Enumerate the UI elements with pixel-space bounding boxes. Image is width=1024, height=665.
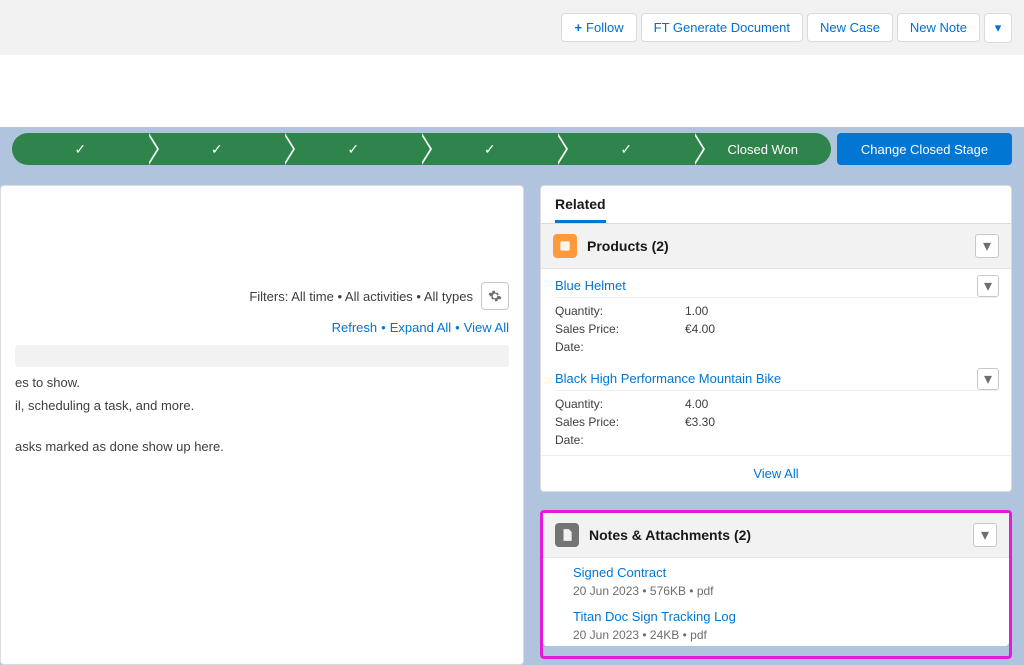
product-date-row: Date: (555, 431, 997, 449)
check-icon: ✓ (74, 141, 86, 158)
chevron-down-icon: ▾ (995, 20, 1002, 36)
quantity-value: 1.00 (685, 304, 708, 318)
generate-document-label: FT Generate Document (654, 20, 790, 35)
stage-segment[interactable]: ✓ (558, 133, 695, 165)
new-case-button[interactable]: New Case (807, 13, 893, 42)
row-menu-button[interactable]: ▾ (977, 275, 999, 297)
products-icon (553, 234, 577, 258)
related-tabs: Related (541, 186, 1011, 224)
view-all-link[interactable]: View All (464, 320, 509, 335)
price-label: Sales Price: (555, 415, 685, 429)
quantity-label: Quantity: (555, 397, 685, 411)
product-quantity-row: Quantity: 1.00 (555, 302, 997, 320)
plus-icon: + (574, 20, 582, 35)
change-stage-label: Change Closed Stage (861, 142, 988, 157)
notes-menu-button[interactable]: ▾ (973, 523, 997, 547)
more-actions-button[interactable]: ▾ (984, 13, 1012, 43)
price-value: €4.00 (685, 322, 715, 336)
attachment-meta: 20 Jun 2023 • 576KB • pdf (573, 584, 995, 598)
activity-settings-button[interactable] (481, 282, 509, 310)
tab-related[interactable]: Related (555, 196, 606, 223)
products-title: Products (2) (587, 238, 669, 254)
price-label: Sales Price: (555, 322, 685, 336)
attachment-link[interactable]: Titan Doc Sign Tracking Log (573, 609, 736, 624)
product-item: ▾ Blue Helmet Quantity: 1.00 Sales Price… (541, 269, 1011, 362)
products-menu-button[interactable]: ▾ (975, 234, 999, 258)
generate-document-button[interactable]: FT Generate Document (641, 13, 803, 42)
chevron-down-icon: ▾ (984, 276, 992, 296)
activity-text-3: asks marked as done show up here. (15, 439, 509, 454)
activity-links: Refresh • Expand All • View All (15, 320, 509, 335)
notes-icon (555, 523, 579, 547)
gear-icon (488, 289, 502, 303)
notes-header: Notes & Attachments (2) ▾ (543, 513, 1009, 558)
new-note-label: New Note (910, 20, 967, 35)
check-icon: ✓ (347, 141, 359, 158)
check-icon: ✓ (211, 141, 223, 158)
stage-segment[interactable]: ✓ (285, 133, 422, 165)
attachment-item: Signed Contract 20 Jun 2023 • 576KB • pd… (543, 558, 1009, 602)
products-header: Products (2) ▾ (541, 224, 1011, 269)
follow-button[interactable]: + Follow (561, 13, 636, 42)
attachment-item: Titan Doc Sign Tracking Log 20 Jun 2023 … (543, 602, 1009, 646)
expand-all-link[interactable]: Expand All (390, 320, 451, 335)
date-label: Date: (555, 433, 685, 447)
price-value: €3.30 (685, 415, 715, 429)
quantity-label: Quantity: (555, 304, 685, 318)
activity-filters-text: Filters: All time • All activities • All… (249, 289, 473, 304)
chevron-down-icon: ▾ (983, 236, 991, 256)
stage-path: ✓ ✓ ✓ ✓ ✓ Closed Won (12, 133, 831, 173)
stage-current[interactable]: Closed Won (695, 133, 832, 165)
follow-label: Follow (586, 20, 624, 35)
activity-block (15, 345, 509, 367)
check-icon: ✓ (620, 141, 632, 158)
refresh-link[interactable]: Refresh (332, 320, 378, 335)
related-panel: Related Products (2) ▾ ▾ Blue Helmet (540, 185, 1012, 492)
stage-segment[interactable]: ✓ (422, 133, 559, 165)
product-quantity-row: Quantity: 4.00 (555, 395, 997, 413)
product-date-row: Date: (555, 338, 997, 356)
chevron-down-icon: ▾ (984, 369, 992, 389)
left-column: Filters: All time • All activities • All… (0, 185, 524, 665)
product-price-row: Sales Price: €4.00 (555, 320, 997, 338)
stage-segment[interactable]: ✓ (149, 133, 286, 165)
product-price-row: Sales Price: €3.30 (555, 413, 997, 431)
separator: • (455, 320, 460, 335)
file-icon (560, 528, 574, 542)
stage-current-label: Closed Won (727, 142, 798, 157)
attachment-meta: 20 Jun 2023 • 24KB • pdf (573, 628, 995, 642)
new-note-button[interactable]: New Note (897, 13, 980, 42)
row-menu-button[interactable]: ▾ (977, 368, 999, 390)
record-header-placeholder (0, 55, 1024, 127)
product-item: ▾ Black High Performance Mountain Bike Q… (541, 362, 1011, 455)
stage-path-row: ✓ ✓ ✓ ✓ ✓ Closed Won Change Closed Stage (0, 133, 1024, 173)
notes-attachments-card: Notes & Attachments (2) ▾ Signed Contrac… (543, 513, 1009, 646)
products-view-all[interactable]: View All (541, 455, 1011, 491)
change-stage-button[interactable]: Change Closed Stage (837, 133, 1012, 165)
products-body: ▾ Blue Helmet Quantity: 1.00 Sales Price… (541, 269, 1011, 491)
box-icon (558, 239, 572, 253)
product-link[interactable]: Blue Helmet (555, 278, 626, 293)
quantity-value: 4.00 (685, 397, 708, 411)
attachment-link[interactable]: Signed Contract (573, 565, 666, 580)
activity-card: Filters: All time • All activities • All… (0, 185, 524, 665)
products-section: Products (2) ▾ ▾ Blue Helmet Quantity: 1… (541, 224, 1011, 491)
action-bar: + Follow FT Generate Document New Case N… (0, 0, 1024, 55)
chevron-down-icon: ▾ (981, 525, 989, 545)
check-icon: ✓ (484, 141, 496, 158)
activity-text-2: il, scheduling a task, and more. (15, 398, 509, 413)
stage-segment[interactable]: ✓ (12, 133, 149, 165)
right-column: Related Products (2) ▾ ▾ Blue Helmet (540, 185, 1012, 665)
date-label: Date: (555, 340, 685, 354)
activity-text-1: es to show. (15, 375, 509, 390)
new-case-label: New Case (820, 20, 880, 35)
activity-filters-row: Filters: All time • All activities • All… (15, 186, 509, 310)
main-columns: Filters: All time • All activities • All… (0, 185, 1024, 665)
product-link[interactable]: Black High Performance Mountain Bike (555, 371, 781, 386)
notes-title: Notes & Attachments (2) (589, 527, 751, 543)
notes-attachments-highlight: Notes & Attachments (2) ▾ Signed Contrac… (540, 510, 1012, 659)
separator: • (381, 320, 386, 335)
